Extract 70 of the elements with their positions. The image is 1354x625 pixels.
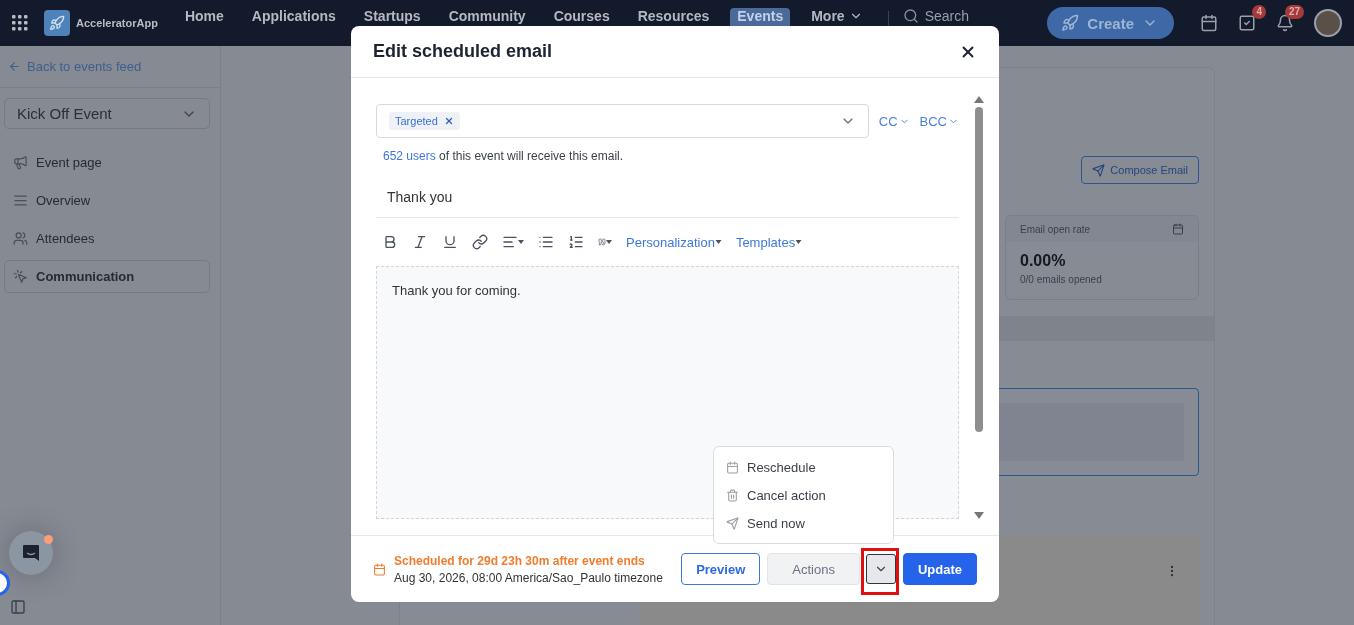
numbered-list-icon[interactable] [568,234,584,250]
schedule-relative-text: Scheduled for 29d 23h 30m after event ends [394,553,646,568]
calendar-icon [373,562,386,576]
sidebar-item[interactable]: Event page [4,146,210,179]
remove-tag-icon[interactable] [443,116,454,126]
calendar-icon [726,460,739,474]
apps-grid-icon[interactable] [12,15,28,31]
sidebar-item[interactable]: Overview [4,184,210,217]
bold-icon[interactable] [382,234,398,250]
bell-icon[interactable] [1276,14,1294,32]
trash-icon [726,488,739,502]
collapse-sidebar-icon[interactable] [10,599,26,615]
compose-email-button[interactable]: Compose Email [1081,156,1199,185]
highlight-frame [861,548,899,595]
scrollbar[interactable] [973,96,985,519]
calendar-icon [1172,223,1184,236]
tasks-badge: 4 [1252,5,1266,19]
preview-button[interactable]: Preview [681,553,761,585]
notification-dot [44,535,53,544]
create-button[interactable]: Create [1047,7,1174,39]
bcc-link[interactable]: BCC [919,113,959,129]
sidebar-item[interactable]: Attendees [4,222,210,255]
quote-icon[interactable] [598,238,612,246]
search-icon [902,7,919,24]
stat-value: 0.00% [1020,252,1067,271]
nav-link[interactable]: Home [177,8,231,32]
recipient-tag: Targeted [389,112,460,130]
pointer-icon [13,269,28,284]
templates-menu[interactable]: Templates [735,234,803,250]
recipients-field[interactable]: Targeted [376,104,869,138]
people-icon [13,231,28,246]
bullet-list-icon[interactable] [538,234,554,250]
menu-item[interactable]: Cancel action [714,481,893,509]
calendar-icon[interactable] [1200,14,1218,32]
checkbox-icon[interactable] [1238,14,1256,32]
search-field[interactable]: Search [924,7,1045,24]
rocket-logo-icon[interactable] [44,10,70,36]
rocket-icon [1061,14,1080,32]
more-menu[interactable]: More [804,8,870,32]
sidebar-item[interactable]: Communication [4,260,210,293]
megaphone-icon [13,155,28,170]
notifications-badge: 27 [1284,5,1304,19]
lines-icon [13,193,28,208]
schedule-date-text: Aug 30, 2026, 08:00 America/Sao_Paulo timezone [394,570,663,585]
send-icon [726,516,739,530]
chat-icon [21,543,41,563]
users-link[interactable]: 652 users [383,149,436,163]
personalization-menu[interactable]: Personalization [626,234,722,250]
actions-dropdown-button[interactable] [865,554,896,584]
caret-icon [714,240,722,244]
update-button[interactable]: Update [902,553,977,585]
arrow-left-icon [8,60,21,73]
actions-button[interactable]: Actions [767,553,860,585]
event-select[interactable]: Kick Off Event [4,98,210,129]
brand-name: AcceleratorApp [76,17,158,29]
recipient-count-text: 652 users of this event will receive this email. [383,149,625,163]
chat-launcher[interactable] [9,531,53,575]
nav-link[interactable]: Applications [244,8,343,32]
dialog-title: Edit scheduled email [373,41,553,62]
caret-icon [795,240,803,244]
stat-title: Email open rate [1020,223,1091,235]
cc-link[interactable]: CC [878,113,910,129]
menu-item[interactable]: Reschedule [714,453,893,481]
send-icon [1092,163,1106,177]
stat-caption: 0/0 emails opened [1020,274,1103,286]
link-icon[interactable] [472,234,488,250]
underline-icon[interactable] [442,234,458,250]
avatar[interactable] [1314,9,1342,37]
align-icon[interactable] [502,234,524,250]
italic-icon[interactable] [412,234,428,250]
